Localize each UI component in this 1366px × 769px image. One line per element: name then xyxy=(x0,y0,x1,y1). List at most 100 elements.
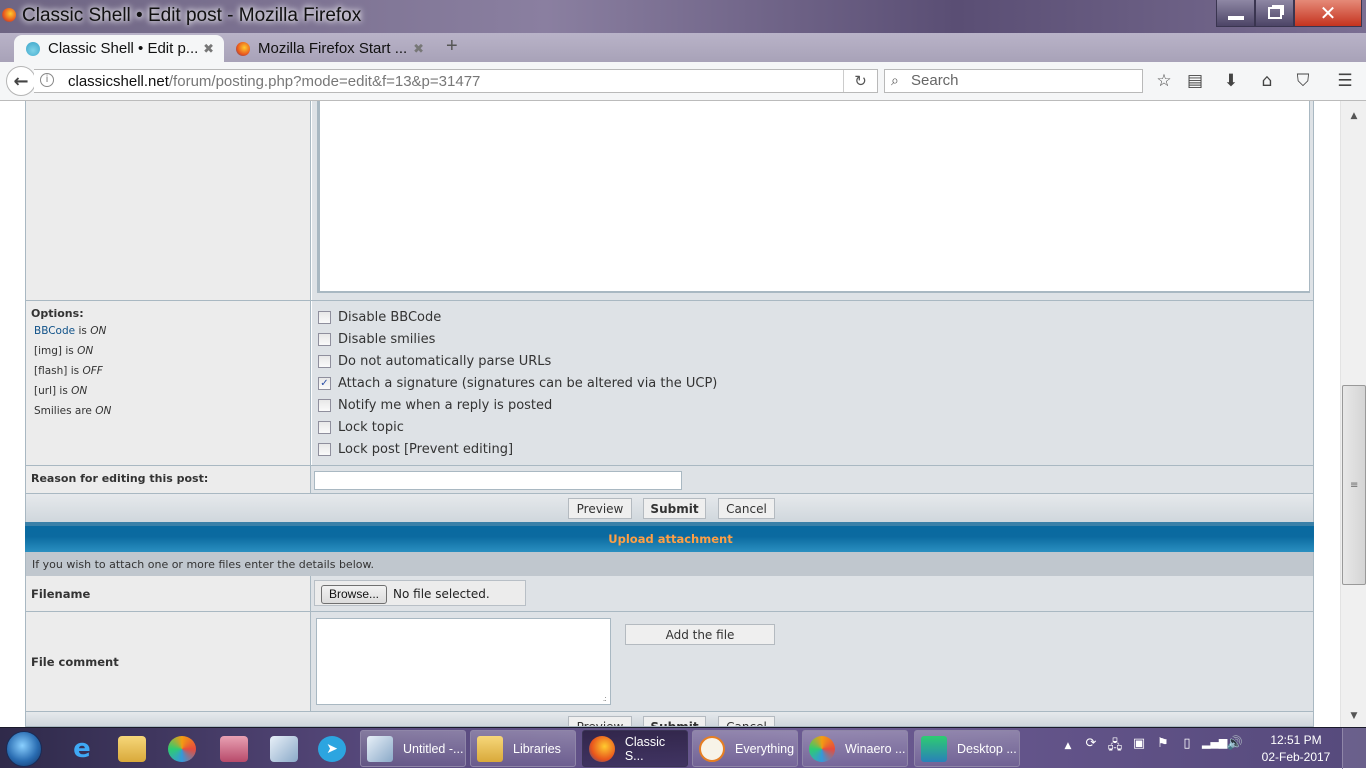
cancel-button-2[interactable]: Cancel xyxy=(718,716,775,726)
scroll-down-arrow-icon[interactable]: ▼ xyxy=(1341,711,1366,721)
options-row: Options: BBCode is ON [img] is ON [flash… xyxy=(25,301,1314,466)
options-label-cell: Options: BBCode is ON [img] is ON [flash… xyxy=(26,301,311,465)
disable-bbcode-checkbox[interactable]: Disable BBCode xyxy=(318,310,441,325)
checkmark-icon[interactable]: ✓ xyxy=(318,377,331,390)
checkbox-box[interactable] xyxy=(318,355,331,368)
site-info-icon[interactable]: i xyxy=(40,73,54,87)
reason-input[interactable] xyxy=(314,471,682,490)
preview-button[interactable]: Preview xyxy=(568,498,632,519)
internet-explorer-icon[interactable]: e xyxy=(68,736,96,762)
winaero-icon[interactable] xyxy=(168,736,196,762)
close-icon: ✕ xyxy=(1319,1,1337,25)
taskbar-winaero[interactable]: Winaero ... xyxy=(802,730,908,767)
pocket-icon[interactable]: ⛉ xyxy=(1292,70,1314,92)
add-file-button[interactable]: Add the file xyxy=(625,624,775,645)
reason-label: Reason for editing this post: xyxy=(31,472,209,485)
folder-icon xyxy=(477,735,503,762)
firefox-icon xyxy=(236,41,250,56)
downloads-icon[interactable]: ⬇ xyxy=(1220,70,1242,92)
taskbar-libraries[interactable]: Libraries xyxy=(470,730,576,767)
telegram-icon[interactable]: ➤ xyxy=(318,736,346,762)
taskbar-desktop[interactable]: Desktop ... xyxy=(914,730,1020,767)
minimize-button[interactable] xyxy=(1216,0,1255,27)
power-plug-icon[interactable]: ▯ xyxy=(1178,736,1196,751)
file-comment-label: File comment xyxy=(31,655,119,669)
message-textarea[interactable] xyxy=(317,101,1310,293)
attach-signature-checkbox[interactable]: ✓ Attach a signature (signatures can be a… xyxy=(318,376,717,391)
system-clock[interactable]: 12:51 PM 02-Feb-2017 xyxy=(1254,732,1338,766)
lock-post-checkbox[interactable]: Lock post [Prevent editing] xyxy=(318,442,513,457)
file-explorer-icon[interactable] xyxy=(118,736,146,762)
search-input[interactable]: ⌕ Search xyxy=(884,69,1143,93)
bbcode-link[interactable]: BBCode xyxy=(34,325,75,337)
checkbox-box[interactable] xyxy=(318,333,331,346)
scrollbar-thumb[interactable]: ≡ xyxy=(1342,385,1366,585)
bookmark-star-icon[interactable]: ☆ xyxy=(1153,70,1175,92)
reload-button[interactable]: ↻ xyxy=(843,70,877,92)
submit-button[interactable]: Submit xyxy=(643,498,706,519)
notify-reply-checkbox[interactable]: Notify me when a reply is posted xyxy=(318,398,552,413)
menu-icon[interactable]: ☰ xyxy=(1334,70,1356,92)
sync-icon[interactable]: ⟳ xyxy=(1082,736,1100,751)
notepad-icon[interactable] xyxy=(270,736,298,762)
smilies-status: Smilies are ON xyxy=(34,405,112,417)
tab-classic-shell[interactable]: Classic Shell • Edit p... ✖ xyxy=(14,35,224,62)
minimize-icon xyxy=(1227,16,1244,20)
disable-smilies-checkbox[interactable]: Disable smilies xyxy=(318,332,435,347)
firefox-icon xyxy=(2,8,16,22)
browse-button[interactable]: Browse... xyxy=(321,585,387,604)
preview-button-2[interactable]: Preview xyxy=(568,716,632,726)
vertical-scrollbar[interactable]: ▲ ≡ ▼ xyxy=(1340,101,1366,727)
close-window-button[interactable]: ✕ xyxy=(1294,0,1362,27)
new-tab-button[interactable]: + xyxy=(446,35,458,58)
lock-topic-checkbox[interactable]: Lock topic xyxy=(318,420,404,435)
show-desktop-button[interactable] xyxy=(1342,728,1366,769)
filename-label: Filename xyxy=(31,587,91,601)
checkbox-box[interactable] xyxy=(318,421,331,434)
start-button[interactable] xyxy=(6,731,42,767)
signal-bars-icon[interactable]: ▂▄▆ xyxy=(1202,736,1227,749)
resize-grip-icon[interactable]: .: xyxy=(603,694,607,703)
clock-date: 02-Feb-2017 xyxy=(1261,750,1331,764)
filename-label-cell: Filename xyxy=(26,576,311,611)
windows-update-icon[interactable]: ▣ xyxy=(1130,736,1148,751)
taskbar-notepad[interactable]: Untitled -... xyxy=(360,730,466,767)
scroll-up-arrow-icon[interactable]: ▲ xyxy=(1341,111,1366,121)
taskbar-firefox[interactable]: Classic S... xyxy=(582,730,688,767)
tab-close-icon[interactable]: ✖ xyxy=(203,41,214,57)
network-globe-icon[interactable]: 🖧 xyxy=(1106,736,1124,758)
show-hidden-icons[interactable]: ▲ xyxy=(1059,741,1077,751)
checkbox-box[interactable] xyxy=(318,311,331,324)
upload-buttons-bar: Preview Submit Cancel xyxy=(25,712,1314,727)
tab-firefox-start[interactable]: Mozilla Firefox Start ... ✖ xyxy=(230,35,434,62)
desktop-icon xyxy=(921,735,947,762)
back-button[interactable]: ← xyxy=(6,66,36,96)
home-icon[interactable]: ⌂ xyxy=(1256,70,1278,92)
cancel-button[interactable]: Cancel xyxy=(718,498,775,519)
flash-status: [flash] is OFF xyxy=(34,365,103,377)
submit-button-2[interactable]: Submit xyxy=(643,716,706,726)
everything-search-icon xyxy=(699,735,725,762)
checkbox-box[interactable] xyxy=(318,443,331,456)
volume-icon[interactable]: 🔊 xyxy=(1226,736,1244,751)
url-status: [url] is ON xyxy=(34,385,88,397)
winaero-icon xyxy=(809,735,835,762)
tab-close-icon[interactable]: ✖ xyxy=(413,41,424,57)
windows-taskbar: e ➤ Untitled -... Libraries Classic S...… xyxy=(0,727,1366,769)
classic-shell-icon xyxy=(26,41,40,56)
file-input[interactable]: Browse... No file selected. xyxy=(314,580,526,606)
disable-url-parse-checkbox[interactable]: Do not automatically parse URLs xyxy=(318,354,551,369)
restore-button[interactable] xyxy=(1255,0,1294,27)
taskbar-everything[interactable]: Everything xyxy=(692,730,798,767)
url-bar[interactable]: i classicshell.net/forum/posting.php?mod… xyxy=(34,69,878,93)
reason-label-cell: Reason for editing this post: xyxy=(26,466,311,493)
checkbox-box[interactable] xyxy=(318,399,331,412)
action-center-flag-icon[interactable]: ⚑ xyxy=(1154,736,1172,751)
reading-list-icon[interactable]: ▤ xyxy=(1184,70,1206,92)
options-cell: Disable BBCode Disable smilies Do not au… xyxy=(312,301,1313,465)
registry-security-icon[interactable] xyxy=(220,736,248,762)
message-row xyxy=(25,101,1314,301)
url-text: classicshell.net/forum/posting.php?mode=… xyxy=(68,73,481,90)
file-comment-textarea[interactable]: .: xyxy=(316,618,611,705)
filename-row: Filename Browse... No file selected. xyxy=(25,576,1314,612)
